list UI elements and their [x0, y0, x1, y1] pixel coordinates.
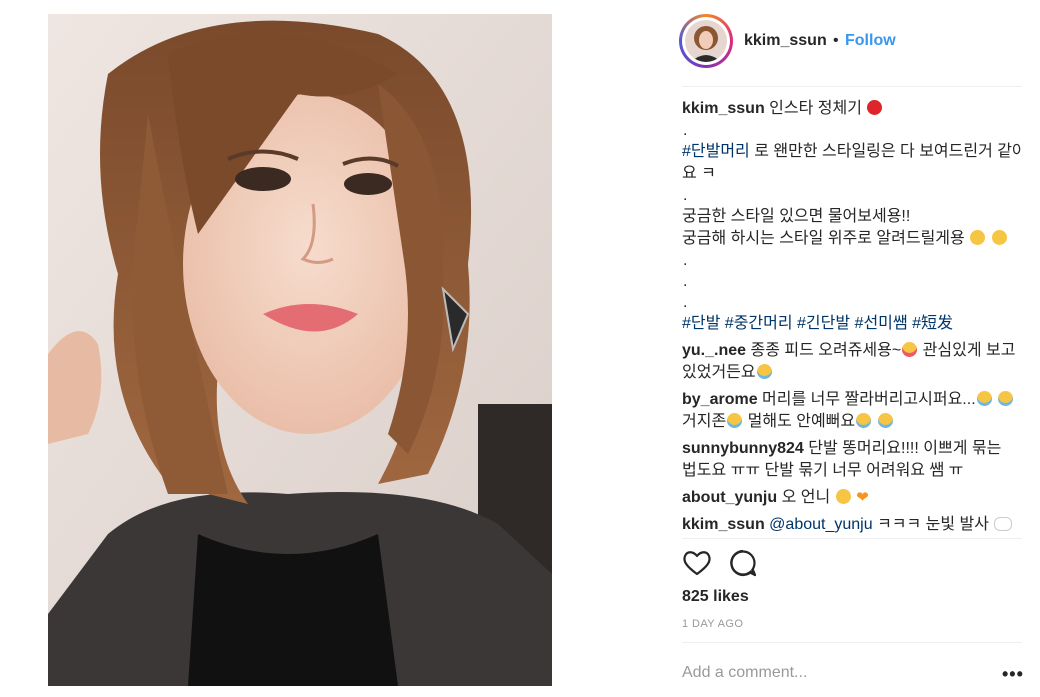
heart-icon[interactable] [682, 548, 712, 578]
caption-text: 로 왠만한 스타일링은 다 보여드린거 같아 [754, 143, 1022, 160]
mention-link[interactable]: @about_yunju [769, 516, 872, 533]
comment-text: 종종 피드 오려쥬세용~ [750, 342, 902, 359]
actions-divider [682, 538, 1022, 539]
author-username[interactable]: kkim_ssun [744, 32, 827, 50]
comment-text: 있었거든요 [682, 364, 756, 381]
crying-face-icon [976, 391, 992, 406]
comment-text: 관심있게 보고 [922, 342, 1016, 359]
comment-text: 멀해도 안예뻐요 [747, 413, 856, 430]
avatar[interactable] [679, 14, 733, 68]
comment-username[interactable]: about_yunju [682, 489, 777, 506]
comment-item: kkim_ssun @about_yunju ㅋㅋㅋ 눈빛 발사 [682, 514, 1022, 536]
comment-text: ㅋㅋㅋ 눈빛 발사 [877, 516, 989, 533]
comment-username[interactable]: kkim_ssun [682, 516, 765, 533]
crying-face-icon [756, 364, 772, 379]
tongue-face-icon [902, 342, 918, 357]
comment-item: about_yunju 오 언니 ❤ [682, 487, 1022, 509]
crying-face-icon [727, 413, 743, 428]
red-circle-icon [867, 100, 883, 115]
post-photo[interactable] [48, 14, 552, 686]
crying-face-icon [856, 413, 872, 428]
likes-count[interactable]: 825 likes [682, 588, 749, 606]
add-comment-input[interactable]: Add a comment... [682, 664, 982, 682]
comment-text: 머리를 너무 짤라버리고시퍼요... [762, 391, 976, 408]
comment-icon[interactable] [728, 548, 758, 578]
eyes-icon [994, 517, 1013, 531]
comment-item: yu._.nee 종종 피드 오려쥬세용~ 관심있게 보고 있었거든요 [682, 340, 1022, 384]
post-timestamp: 1 DAY AGO [682, 618, 744, 630]
grimacing-face-icon [835, 489, 851, 504]
hashtag-link[interactable]: #중간머리 [725, 315, 793, 332]
comment-username[interactable]: sunnybunny824 [682, 440, 804, 457]
caption-text: 요 ㅋ [682, 165, 716, 182]
caption-dot: . [683, 294, 688, 311]
comments-list[interactable]: kkim_ssun 인스타 정체기 . #단발머리 로 왠만한 스타일링은 다 … [682, 98, 1022, 538]
crying-face-icon [877, 413, 893, 428]
relieved-face-icon [991, 230, 1007, 245]
post-header: kkim_ssun • Follow [679, 14, 1022, 70]
header-divider [682, 86, 1022, 87]
comment-input-divider [682, 642, 1022, 643]
hashtag-link[interactable]: #단발머리 [682, 143, 750, 160]
caption-text: 인스타 정체기 [769, 100, 862, 117]
caption-dot: . [683, 273, 688, 290]
action-bar [682, 548, 1022, 582]
comment-text: 오 언니 [781, 489, 831, 506]
hugging-face-icon [970, 230, 986, 245]
hashtag-link[interactable]: #긴단발 [797, 315, 850, 332]
caption-username[interactable]: kkim_ssun [682, 100, 765, 117]
comment-username[interactable]: by_arome [682, 391, 758, 408]
caption-dot: . [683, 187, 688, 204]
caption-dot: . [683, 252, 688, 269]
caption-text: 궁금해 하시는 스타일 위주로 알려드릴게용 [682, 230, 965, 247]
comment-item: by_arome 머리를 너무 짤라버리고시퍼요... 거지존 멀해도 안예뻐요 [682, 389, 1022, 433]
comment-text: 법도요 ㅠㅠ 단발 묶기 너무 어려워요 쌤 ㅠ [682, 462, 964, 479]
comment-username[interactable]: yu._.nee [682, 342, 746, 359]
hashtag-link[interactable]: #단발 [682, 315, 720, 332]
comment-text: 거지존 [682, 413, 727, 430]
crying-face-icon [998, 391, 1014, 406]
separator-dot: • [833, 32, 839, 49]
post-side-panel: kkim_ssun • Follow kkim_ssun 인스타 정체기 . #… [679, 0, 1024, 697]
comment-item: sunnybunny824 단발 똥머리요!!!! 이쁘게 묶는 법도요 ㅠㅠ … [682, 438, 1022, 482]
more-options-icon[interactable]: ••• [1002, 664, 1024, 685]
hashtag-link[interactable]: #短发 [912, 315, 953, 332]
caption-text: 궁금한 스타일 있으면 물어보세용!! [682, 208, 911, 225]
comment-text: 단발 똥머리요!!!! 이쁘게 묶는 [808, 440, 1002, 457]
hashtag-link[interactable]: #선미쌤 [855, 315, 908, 332]
orange-heart-icon: ❤ [856, 489, 869, 506]
caption: kkim_ssun 인스타 정체기 . #단발머리 로 왠만한 스타일링은 다 … [682, 98, 1022, 335]
caption-dot: . [683, 122, 688, 139]
follow-button[interactable]: Follow [845, 32, 896, 50]
